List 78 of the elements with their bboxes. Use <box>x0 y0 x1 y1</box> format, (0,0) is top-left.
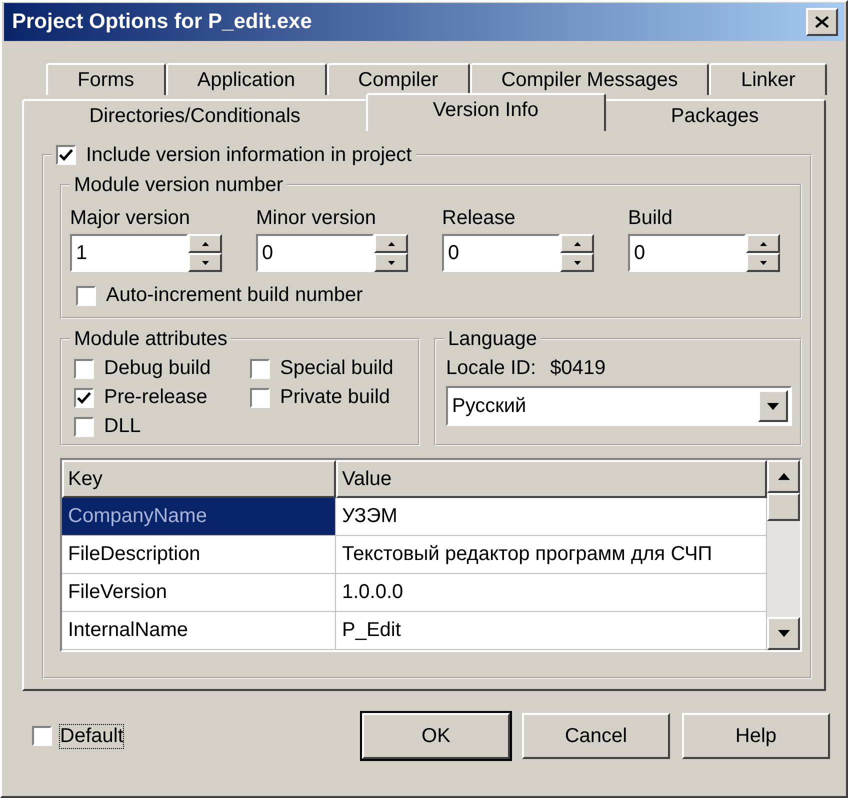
scroll-down-button[interactable] <box>767 617 800 650</box>
tab[interactable]: Directories/Conditionals <box>22 99 368 131</box>
check-icon <box>59 149 73 161</box>
check-icon <box>77 392 91 404</box>
column-header[interactable]: Value <box>336 460 767 498</box>
tab[interactable]: Compiler Messages <box>470 63 710 95</box>
scroll-up-button[interactable] <box>767 460 800 493</box>
checkbox[interactable] <box>32 726 52 746</box>
scroll-thumb[interactable] <box>767 493 800 521</box>
tab[interactable]: Application <box>166 63 327 95</box>
up-arrow-icon <box>760 242 766 246</box>
checkbox-label: Default <box>60 724 124 748</box>
input-field[interactable]: 1 <box>70 234 188 272</box>
up-arrow-icon <box>388 242 394 246</box>
down-arrow-icon <box>767 402 779 410</box>
close-icon <box>815 16 829 28</box>
checkbox-label: Pre-release <box>104 386 208 409</box>
tab[interactable]: Version Info <box>366 93 606 131</box>
checkbox-label: Private build <box>280 386 390 409</box>
field-label: Build <box>628 207 674 230</box>
dropdown[interactable]: Русский <box>446 386 792 426</box>
checkbox[interactable] <box>250 358 270 378</box>
spin-down-button[interactable] <box>746 253 780 272</box>
spin-down-button[interactable] <box>374 253 408 272</box>
dropdown-button[interactable] <box>758 390 788 422</box>
table-cell[interactable]: FileVersion <box>62 574 336 612</box>
input-field[interactable]: 0 <box>628 234 746 272</box>
checkbox[interactable] <box>76 286 96 306</box>
down-arrow-icon <box>574 260 580 264</box>
down-arrow-icon <box>778 630 790 637</box>
checkbox[interactable] <box>250 388 270 408</box>
tab[interactable]: Compiler <box>326 63 470 95</box>
dialog-button[interactable]: OK <box>362 713 510 759</box>
close-button[interactable] <box>806 8 838 36</box>
dialog-button[interactable]: Help <box>682 713 830 759</box>
window-title: Project Options for P_edit.exe <box>12 10 312 34</box>
tab[interactable]: Forms <box>46 63 166 95</box>
table-cell[interactable]: 1.0.0.0 <box>336 574 767 612</box>
checkbox[interactable] <box>74 388 94 408</box>
locale-label: Locale ID: <box>446 357 536 380</box>
table-cell[interactable]: CompanyName <box>62 498 336 536</box>
spin-up-button[interactable] <box>374 234 408 253</box>
dialog-button[interactable]: Cancel <box>522 713 670 759</box>
table-cell[interactable]: УЗЭМ <box>336 498 767 536</box>
table-cell[interactable]: P_Edit <box>336 612 767 650</box>
field-label: Minor version <box>256 207 378 230</box>
checkbox-label: Include version information in project <box>86 143 412 167</box>
up-arrow-icon <box>778 473 790 480</box>
checkbox-label: Special build <box>280 357 394 380</box>
input-field[interactable]: 0 <box>256 234 374 272</box>
tab[interactable]: Packages <box>604 99 826 131</box>
spin-up-button[interactable] <box>746 234 780 253</box>
field-label: Release <box>442 207 516 230</box>
field-label: Major version <box>70 207 192 230</box>
down-arrow-icon <box>760 260 766 264</box>
dropdown-value: Русский <box>452 394 526 418</box>
table-cell[interactable]: InternalName <box>62 612 336 650</box>
spin-up-button[interactable] <box>560 234 594 253</box>
checkbox[interactable] <box>56 145 76 165</box>
spin-down-button[interactable] <box>188 253 222 272</box>
checkbox-label: DLL <box>104 415 141 438</box>
table-cell[interactable]: FileDescription <box>62 536 336 574</box>
tab[interactable]: Linker <box>709 63 827 95</box>
down-arrow-icon <box>202 260 208 264</box>
checkbox-label: Debug build <box>104 357 211 380</box>
up-arrow-icon <box>574 242 580 246</box>
checkbox-label: Auto-increment build number <box>106 284 363 307</box>
table-cell[interactable]: Текстовый редактор программ для СЧП <box>336 536 767 574</box>
scrollbar[interactable] <box>767 460 800 650</box>
checkbox[interactable] <box>74 358 94 378</box>
column-header[interactable]: Key <box>62 460 336 498</box>
locale-value: $0419 <box>550 357 606 380</box>
down-arrow-icon <box>388 260 394 264</box>
spin-up-button[interactable] <box>188 234 222 253</box>
spin-down-button[interactable] <box>560 253 594 272</box>
up-arrow-icon <box>202 242 208 246</box>
input-field[interactable]: 0 <box>442 234 560 272</box>
checkbox[interactable] <box>74 416 94 436</box>
